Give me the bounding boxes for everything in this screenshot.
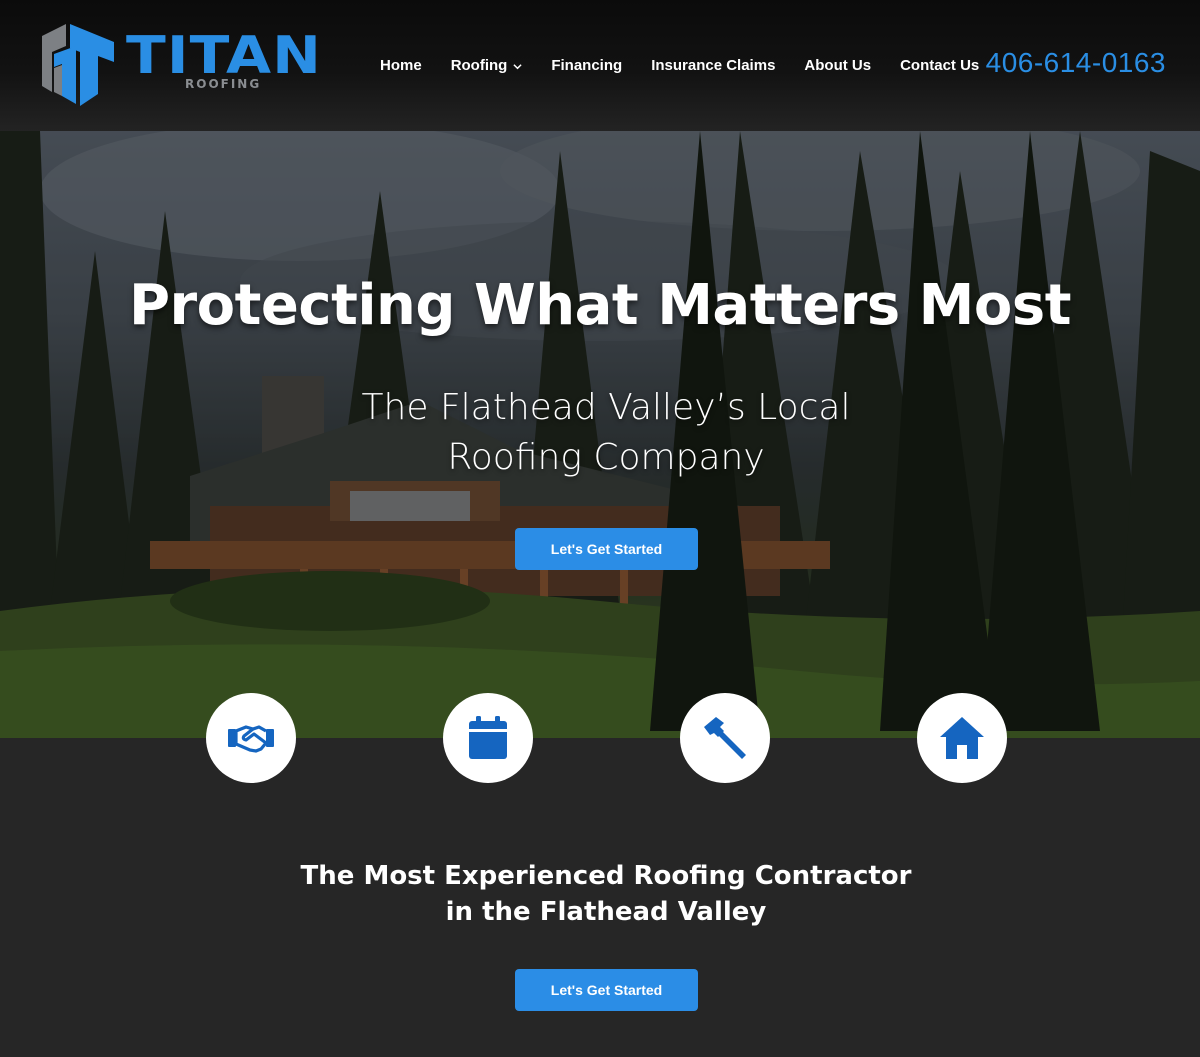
chevron-down-icon	[513, 63, 522, 69]
logo-mark-icon	[42, 24, 114, 106]
hero-subtitle: The Flathead Valley’s Local Roofing Comp…	[361, 387, 851, 478]
feature-calendar[interactable]	[443, 693, 533, 783]
logo-tagline: ROOFING	[185, 77, 262, 91]
nav-financing-label: Financing	[551, 57, 623, 74]
main-nav: Home Roofing Financing Insurance Claims …	[380, 54, 1008, 78]
hammer-icon	[704, 717, 746, 759]
nav-home-label: Home	[380, 57, 422, 74]
feature-hammer[interactable]	[680, 693, 770, 783]
handshake-icon	[228, 725, 274, 753]
nav-insurance-claims[interactable]: Insurance Claims	[651, 54, 775, 78]
titan-roofing-logo[interactable]: TITAN ROOFING	[40, 22, 323, 110]
logo-wordmark: TITAN	[126, 26, 323, 86]
hero-section: Protecting What Matters Most The Flathea…	[0, 131, 1200, 738]
nav-contact-us-label: Contact Us	[900, 57, 980, 74]
house-icon	[940, 717, 984, 759]
nav-roofing-label: Roofing	[450, 57, 508, 74]
site-header: TITAN ROOFING Home Roofing Financing Ins…	[0, 0, 1200, 131]
nav-roofing[interactable]: Roofing	[451, 54, 523, 78]
hero-title: Protecting What Matters Most	[129, 273, 1071, 338]
section-get-started-button[interactable]: Let's Get Started	[515, 969, 698, 1011]
nav-about-us-label: About Us	[804, 57, 872, 74]
feature-house[interactable]	[917, 693, 1007, 783]
calendar-icon	[469, 716, 507, 759]
section-title: The Most Experienced Roofing Contractor …	[300, 861, 912, 927]
nav-home[interactable]: Home	[380, 54, 422, 78]
hero-get-started-button[interactable]: Let's Get Started	[515, 528, 698, 570]
nav-about-us[interactable]: About Us	[804, 54, 871, 78]
feature-handshake[interactable]	[206, 693, 296, 783]
nav-insurance-claims-label: Insurance Claims	[651, 57, 776, 74]
nav-contact-us[interactable]: Contact Us	[900, 54, 979, 78]
nav-financing[interactable]: Financing	[551, 54, 622, 78]
phone-link[interactable]: 406-614-0163	[986, 47, 1166, 79]
